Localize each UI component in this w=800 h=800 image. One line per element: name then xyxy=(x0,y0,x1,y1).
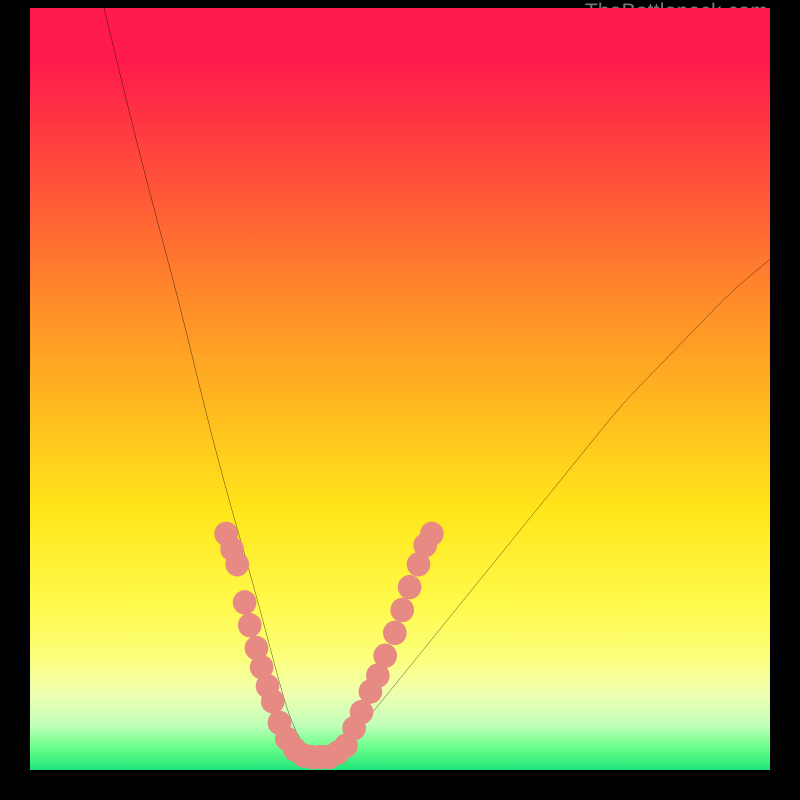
pink-dot xyxy=(383,621,407,645)
chart-frame xyxy=(30,8,770,770)
curve-line xyxy=(104,8,770,757)
pink-dot xyxy=(390,598,414,622)
bottleneck-curve xyxy=(104,8,770,757)
pink-dot xyxy=(420,522,444,546)
pink-dot xyxy=(233,590,257,614)
pink-dot xyxy=(225,552,249,576)
pink-dot xyxy=(373,644,397,668)
pink-dot xyxy=(398,575,422,599)
pink-dot-cluster xyxy=(214,522,443,770)
pink-dot xyxy=(238,613,262,637)
chart-svg xyxy=(30,8,770,770)
pink-dot xyxy=(261,689,285,713)
